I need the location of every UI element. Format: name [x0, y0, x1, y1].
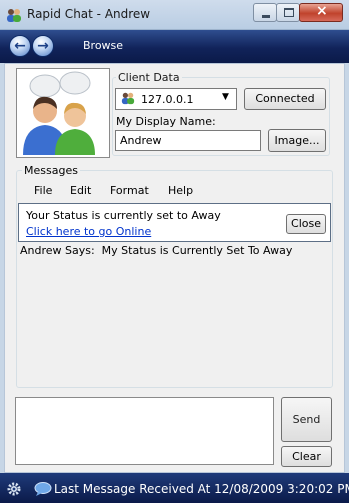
messages-menu-bar: File Edit Format Help — [18, 180, 331, 202]
close-window-button[interactable]: × — [299, 3, 343, 22]
gear-icon[interactable] — [6, 481, 22, 497]
message-input[interactable] — [15, 397, 274, 465]
title-bar: Rapid Chat - Andrew × — [0, 0, 349, 30]
users-icon — [121, 92, 135, 105]
maximize-icon — [284, 8, 294, 17]
users-avatar-icon — [23, 71, 95, 155]
messages-label: Messages — [22, 164, 80, 177]
menu-format[interactable]: Format — [110, 184, 149, 197]
image-button[interactable]: Image... — [268, 129, 326, 152]
server-ip-dropdown[interactable]: 127.0.0.1 ▼ — [115, 88, 237, 110]
close-icon: × — [316, 3, 328, 19]
menu-file[interactable]: File — [34, 184, 52, 197]
menu-help[interactable]: Help — [168, 184, 193, 197]
maximize-button[interactable] — [276, 3, 300, 22]
display-name-label: My Display Name: — [116, 115, 216, 128]
minimize-icon — [262, 15, 270, 18]
display-name-input[interactable]: Andrew — [115, 130, 261, 151]
last-message-status: Last Message Received At 12/08/2009 3:20… — [54, 482, 349, 496]
avatar[interactable] — [16, 68, 110, 158]
minimize-button[interactable] — [253, 3, 277, 22]
status-close-button[interactable]: Close — [286, 214, 326, 234]
menu-edit[interactable]: Edit — [70, 184, 91, 197]
back-arrow-icon[interactable]: ← — [9, 35, 31, 57]
status-notice: Your Status is currently set to Away Cli… — [18, 203, 331, 242]
chevron-down-icon[interactable]: ▼ — [222, 92, 229, 102]
chat-bubble-icon — [34, 482, 52, 496]
browse-link[interactable]: Browse — [83, 39, 123, 52]
server-ip-value: 127.0.0.1 — [141, 93, 194, 106]
client-data-label: Client Data — [116, 71, 182, 84]
forward-arrow-icon[interactable]: → — [32, 35, 54, 57]
send-button[interactable]: Send — [281, 397, 332, 442]
connect-button[interactable]: Connected — [244, 88, 326, 110]
message-line: Andrew Says: My Status is Currently Set … — [20, 244, 293, 257]
clear-button[interactable]: Clear — [281, 446, 332, 467]
window-title: Rapid Chat - Andrew — [27, 7, 151, 21]
navigation-bar: ← → Browse — [0, 30, 349, 63]
status-bar: Last Message Received At 12/08/2009 3:20… — [0, 473, 349, 503]
chat-users-icon — [7, 9, 21, 22]
status-notice-text: Your Status is currently set to Away — [26, 209, 221, 222]
go-online-link[interactable]: Click here to go Online — [26, 225, 151, 238]
